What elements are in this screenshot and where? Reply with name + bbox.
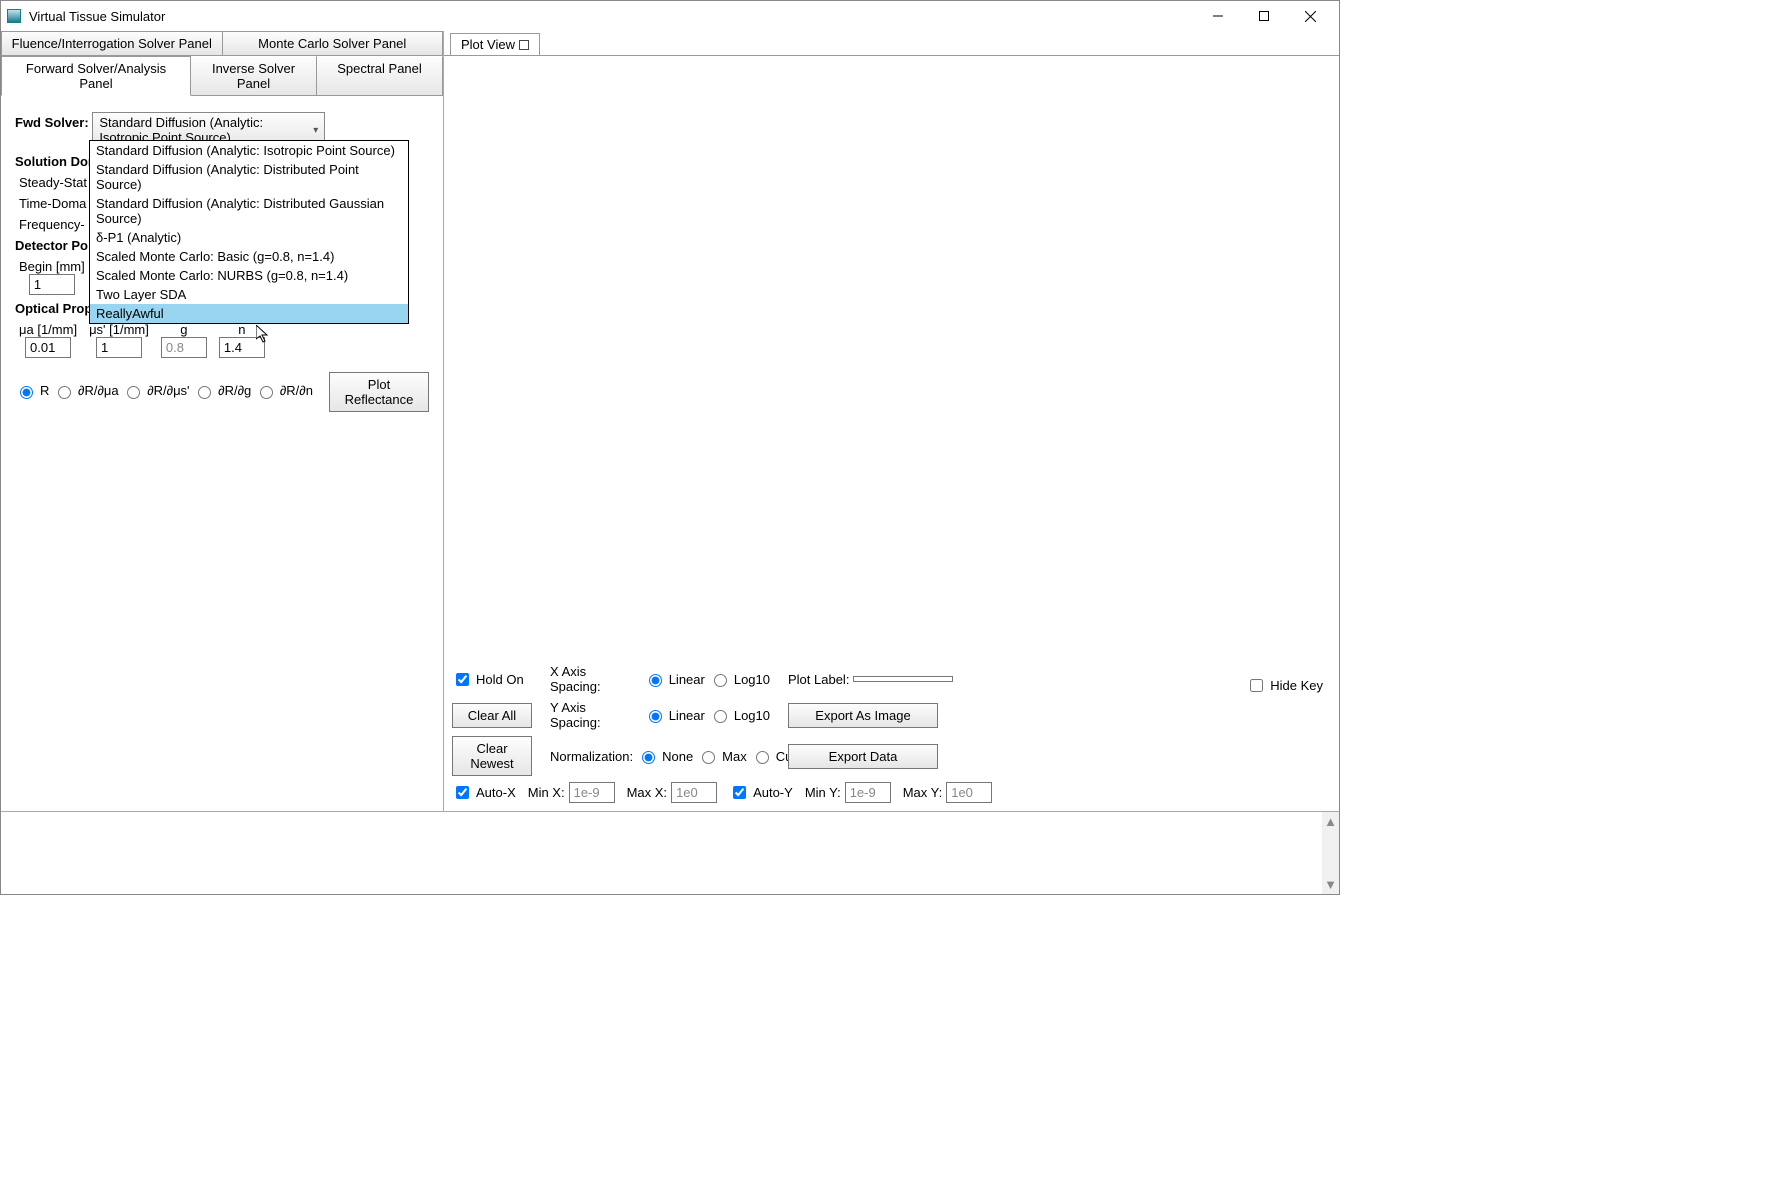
max-x-label: Max X: (627, 785, 667, 800)
dd-item-5[interactable]: Scaled Monte Carlo: NURBS (g=0.8, n=1.4) (90, 266, 408, 285)
radio-drg[interactable]: ∂R/∂g (193, 383, 251, 399)
x-log10-radio[interactable]: Log10 (709, 671, 770, 687)
minimize-button[interactable] (1195, 1, 1241, 31)
mua-label: μa [1/mm] (19, 322, 77, 337)
right-panel: Plot View Hide Key Hold On X Axis Spacin… (444, 31, 1339, 811)
fwd-solver-dropdown[interactable]: Standard Diffusion (Analytic: Isotropic … (89, 140, 409, 324)
normalization-label: Normalization: (550, 749, 633, 764)
musp-input[interactable]: 1 (96, 337, 142, 358)
dd-item-7[interactable]: ReallyAwful (90, 304, 408, 323)
mua-input[interactable]: 0.01 (25, 337, 71, 358)
app-window: Virtual Tissue Simulator Fluence/Interro… (0, 0, 1340, 895)
tab-inverse-solver[interactable]: Inverse Solver Panel (191, 56, 317, 96)
min-y-input[interactable]: 1e-9 (845, 782, 891, 803)
plot-label-label: Plot Label: (788, 672, 849, 687)
plot-label-input[interactable] (853, 676, 953, 682)
tab-monte-carlo[interactable]: Monte Carlo Solver Panel (223, 31, 444, 56)
y-linear-radio[interactable]: Linear (644, 707, 705, 723)
scroll-up-icon[interactable]: ▲ (1324, 814, 1337, 829)
max-y-label: Max Y: (903, 785, 943, 800)
min-y-label: Min Y: (805, 785, 841, 800)
max-x-input[interactable]: 1e0 (671, 782, 717, 803)
radio-r[interactable]: R (15, 383, 49, 399)
titlebar[interactable]: Virtual Tissue Simulator (1, 1, 1339, 31)
plot-tab-label: Plot View (461, 37, 515, 52)
g-input: 0.8 (161, 337, 207, 358)
app-icon (7, 9, 21, 23)
radio-drn[interactable]: ∂R/∂n (255, 383, 313, 399)
y-spacing-label: Y Axis Spacing: (550, 700, 640, 730)
auto-y-checkbox[interactable]: Auto-Y (729, 783, 793, 802)
vertical-scrollbar[interactable]: ▲ ▼ (1322, 812, 1339, 894)
tab-spectral[interactable]: Spectral Panel (317, 56, 443, 96)
plot-reflectance-button[interactable]: Plot Reflectance (329, 372, 429, 412)
export-data-button[interactable]: Export Data (788, 744, 938, 769)
clear-all-button[interactable]: Clear All (452, 703, 532, 728)
window-title: Virtual Tissue Simulator (29, 9, 1195, 24)
g-label: g (180, 322, 187, 337)
dd-item-6[interactable]: Two Layer SDA (90, 285, 408, 304)
left-panel: Fluence/Interrogation Solver Panel Monte… (1, 31, 444, 811)
norm-none-radio[interactable]: None (637, 748, 693, 764)
plot-controls: Hold On X Axis Spacing: Linear Log10 Plo… (444, 660, 1335, 807)
export-image-button[interactable]: Export As Image (788, 703, 938, 728)
radio-drmua[interactable]: ∂R/∂μa (53, 383, 119, 399)
fwd-solver-label: Fwd Solver: (15, 115, 89, 130)
maximize-button[interactable] (1241, 1, 1287, 31)
clear-newest-button[interactable]: Clear Newest (452, 736, 532, 776)
plot-tab-icon (519, 40, 529, 50)
min-x-label: Min X: (528, 785, 565, 800)
x-linear-radio[interactable]: Linear (644, 671, 705, 687)
close-button[interactable] (1287, 1, 1333, 31)
musp-label: μs' [1/mm] (89, 322, 149, 337)
begin-input[interactable]: 1 (29, 274, 75, 295)
max-y-input[interactable]: 1e0 (946, 782, 992, 803)
tab-forward-solver[interactable]: Forward Solver/Analysis Panel (1, 56, 191, 96)
hold-on-checkbox[interactable]: Hold On (452, 670, 532, 689)
plot-area: Hide Key Hold On X Axis Spacing: Linear … (444, 56, 1339, 811)
auto-x-checkbox[interactable]: Auto-X (452, 783, 516, 802)
x-spacing-label: X Axis Spacing: (550, 664, 640, 694)
dd-item-3[interactable]: δ-P1 (Analytic) (90, 228, 408, 247)
dd-item-4[interactable]: Scaled Monte Carlo: Basic (g=0.8, n=1.4) (90, 247, 408, 266)
status-pane: ▲ ▼ (1, 811, 1339, 894)
min-x-input[interactable]: 1e-9 (569, 782, 615, 803)
dd-item-0[interactable]: Standard Diffusion (Analytic: Isotropic … (90, 141, 408, 160)
tab-plot-view[interactable]: Plot View (450, 33, 540, 55)
y-log10-radio[interactable]: Log10 (709, 707, 770, 723)
dd-item-1[interactable]: Standard Diffusion (Analytic: Distribute… (90, 160, 408, 194)
chevron-down-icon: ▾ (313, 125, 318, 136)
begin-label: Begin [mm] (19, 259, 85, 274)
radio-drmusp[interactable]: ∂R/∂μs' (122, 383, 189, 399)
n-input[interactable]: 1.4 (219, 337, 265, 358)
tab-fluence[interactable]: Fluence/Interrogation Solver Panel (1, 31, 223, 56)
n-label: n (238, 322, 245, 337)
dd-item-2[interactable]: Standard Diffusion (Analytic: Distribute… (90, 194, 408, 228)
scroll-down-icon[interactable]: ▼ (1324, 877, 1337, 892)
norm-max-radio[interactable]: Max (697, 748, 747, 764)
